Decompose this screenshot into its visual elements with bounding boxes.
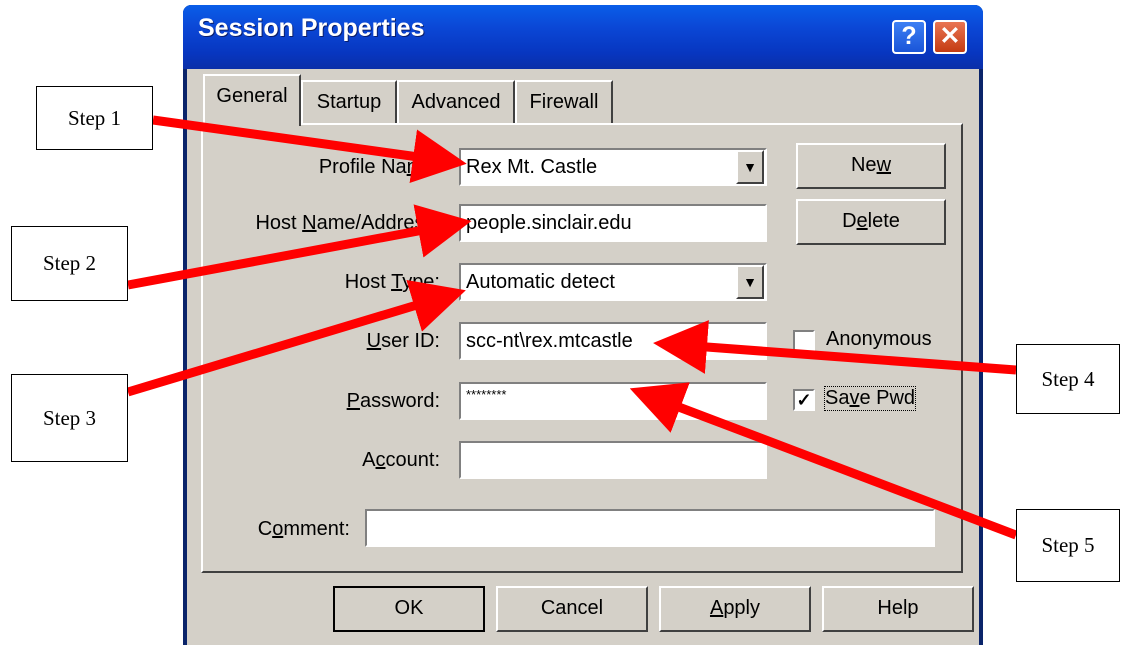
annotation-arrows — [126, 115, 1018, 540]
step-1-arrow — [152, 115, 467, 184]
step-2-box: Step 2 — [11, 226, 128, 301]
step-1-box: Step 1 — [36, 86, 153, 150]
step-5-arrow — [629, 382, 1018, 540]
step-4-box: Step 4 — [1016, 344, 1120, 414]
step-2-arrow — [127, 204, 472, 290]
step-4-arrow — [653, 320, 1017, 375]
step-5-box: Step 5 — [1016, 509, 1120, 582]
step-3-arrow — [126, 279, 466, 397]
step-3-box: Step 3 — [11, 374, 128, 462]
